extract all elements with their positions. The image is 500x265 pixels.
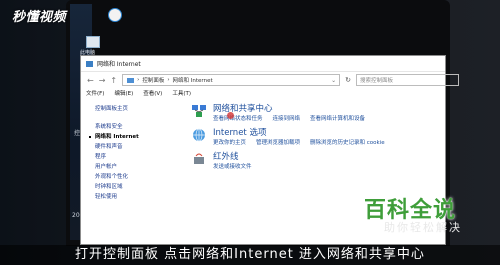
breadcrumb-separator: › [137, 77, 140, 83]
category-link[interactable]: 更改你的主页 [213, 139, 246, 147]
address-bar[interactable]: › 控制面板 › 网络和 Internet ⌄ [122, 74, 341, 86]
back-arrow-icon[interactable]: ← [87, 76, 94, 85]
category-link[interactable]: 管理浏览器加载项 [256, 139, 300, 147]
nav-item-system-security[interactable]: 系统和安全 [95, 122, 181, 132]
search-input[interactable]: 搜索控制面板 [355, 74, 459, 86]
nav-item-clock-region[interactable]: 时钟和区域 [95, 182, 181, 192]
breadcrumb-control-panel[interactable]: 控制面板 [142, 76, 164, 84]
this-pc-icon[interactable] [86, 36, 100, 48]
internet-options-link[interactable]: Internet 选项 [213, 128, 437, 139]
menu-bar: 文件(F) 编辑(E) 查看(V) 工具(T) [81, 88, 445, 98]
brand-logo-icon [108, 8, 122, 22]
nav-item-appearance[interactable]: 外观和个性化 [95, 172, 181, 182]
up-arrow-icon[interactable]: ↑ [110, 76, 117, 85]
nav-item-ease-of-access[interactable]: 轻松使用 [95, 192, 181, 202]
forward-arrow-icon[interactable]: → [99, 76, 106, 85]
nav-item-hardware-sound[interactable]: 硬件和声音 [95, 142, 181, 152]
menu-view[interactable]: 查看(V) [143, 89, 162, 97]
menu-file[interactable]: 文件(F) [86, 89, 104, 97]
nav-item-user-accounts[interactable]: 用户帐户 [95, 162, 181, 172]
infrared-icon [194, 153, 204, 164]
window-titlebar[interactable]: 网络和 Internet [81, 56, 445, 72]
video-subtitle: 打开控制面板 点击网络和Internet 进入网络和共享中心 [0, 245, 500, 265]
category-link[interactable]: 查看网络计算机和设备 [310, 115, 365, 123]
menu-edit[interactable]: 编辑(E) [114, 89, 133, 97]
mouse-cursor-highlight [227, 112, 234, 119]
globe-icon [193, 128, 205, 142]
breadcrumb-network-internet[interactable]: 网络和 Internet [173, 76, 213, 84]
window-title: 网络和 Internet [97, 61, 141, 68]
address-toolbar: ← → ↑ › 控制面板 › 网络和 Internet ⌄ ↻ 搜索控制面板 [81, 72, 459, 88]
category-internet-options: Internet 选项 更改你的主页 管理浏览器加载项 删除浏览的历史记录和 c… [191, 128, 437, 147]
baike-watermark-subtitle: 助你轻松解决 [384, 221, 462, 234]
category-link[interactable]: 查看网络状态和任务 [213, 115, 263, 123]
control-panel-icon [127, 77, 135, 83]
category-infrared: 红外线 发送或接收文件 [191, 152, 437, 171]
category-link[interactable]: 连接到网络 [273, 115, 301, 123]
nav-item-programs[interactable]: 程序 [95, 152, 181, 162]
chevron-down-icon[interactable]: ⌄ [331, 77, 336, 84]
nav-item-network-internet[interactable]: 网络和 Internet [89, 132, 181, 142]
network-icon [86, 60, 93, 67]
left-nav: 控制面板主页 系统和安全 网络和 Internet 硬件和声音 程序 用户帐户 … [89, 104, 181, 202]
category-link[interactable]: 删除浏览的历史记录和 cookie [310, 139, 385, 147]
category-link[interactable]: 发送或接收文件 [213, 163, 252, 171]
network-sharing-center-link[interactable]: 网络和共享中心 [213, 104, 437, 115]
breadcrumb-separator: › [167, 77, 170, 83]
refresh-icon[interactable]: ↻ [345, 76, 351, 84]
menu-tools[interactable]: 工具(T) [172, 89, 191, 97]
nav-control-panel-home[interactable]: 控制面板主页 [95, 104, 181, 114]
video-frame: 此电脑 控 201 网络和 Internet ← → ↑ › 控制面板 › 网络… [0, 0, 500, 265]
infrared-link[interactable]: 红外线 [213, 152, 437, 163]
network-icon [192, 105, 206, 117]
brand-watermark: 秒懂视频 [12, 10, 67, 25]
